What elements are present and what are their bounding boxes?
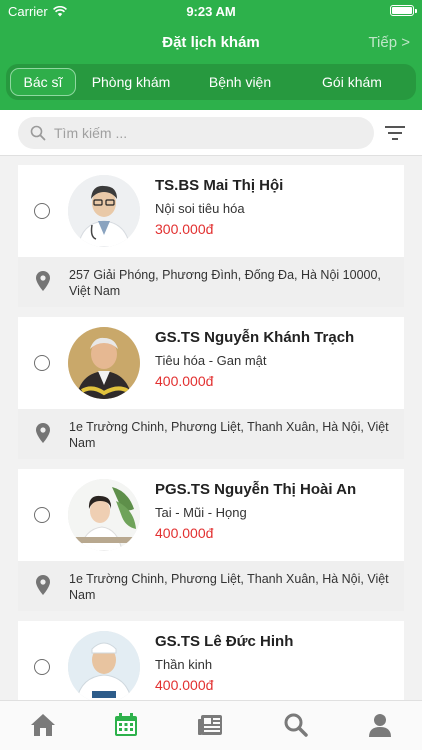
doctor-price: 400.000đ: [155, 373, 214, 389]
search-icon: [30, 125, 46, 141]
tab-home[interactable]: [29, 711, 57, 739]
doctor-card[interactable]: TS.BS Mai Thị Hội Nội soi tiêu hóa 300.0…: [18, 165, 404, 307]
tab-clinic[interactable]: Phòng khám: [76, 68, 186, 96]
doctor-avatar: [68, 175, 140, 247]
next-button[interactable]: Tiếp >: [368, 34, 410, 51]
tab-bar: [0, 700, 422, 750]
battery-icon: [390, 5, 417, 16]
doctor-card[interactable]: GS.TS Lê Đức Hinh Thần kinh 400.000đ: [18, 621, 404, 700]
doctor-price: 300.000đ: [155, 221, 214, 237]
doctor-name: TS.BS Mai Thị Hội: [155, 177, 284, 194]
tab-search[interactable]: [282, 711, 310, 739]
doctor-address: 257 Giải Phóng, Phương Đình, Đống Đa, Hà…: [69, 268, 381, 298]
location-pin-icon: [36, 271, 50, 291]
filter-icon[interactable]: [384, 124, 406, 142]
tab-doctor[interactable]: Bác sĩ: [10, 68, 76, 96]
status-time: 9:23 AM: [186, 4, 236, 19]
nav-bar: Đặt lịch khám Tiếp >: [0, 30, 422, 58]
calendar-icon: [115, 713, 137, 736]
doctor-address: 1e Trường Chinh, Phương Liệt, Thanh Xuân…: [69, 420, 389, 450]
doctor-name: GS.TS Nguyễn Khánh Trạch: [155, 329, 355, 346]
doctor-avatar: [68, 479, 140, 551]
doctor-info: TS.BS Mai Thị Hội Nội soi tiêu hóa 300.0…: [18, 165, 404, 257]
select-radio[interactable]: [34, 203, 50, 219]
location-pin-icon: [36, 575, 50, 595]
doctor-card[interactable]: PGS.TS Nguyễn Thị Hoài An Tai - Mũi - Họ…: [18, 469, 404, 611]
tab-calendar[interactable]: [112, 711, 140, 739]
doctor-specialty: Nội soi tiêu hóa: [155, 201, 245, 216]
doctor-name: PGS.TS Nguyễn Thị Hoài An: [155, 481, 357, 498]
tab-profile[interactable]: [366, 711, 394, 739]
doctor-specialty: Tai - Mũi - Họng: [155, 505, 247, 520]
doctor-card[interactable]: GS.TS Nguyễn Khánh Trạch Tiêu hóa - Gan …: [18, 317, 404, 459]
doctor-info: PGS.TS Nguyễn Thị Hoài An Tai - Mũi - Họ…: [18, 469, 404, 561]
page-title: Đặt lịch khám: [162, 34, 260, 51]
doctor-list: TS.BS Mai Thị Hội Nội soi tiêu hóa 300.0…: [0, 157, 422, 700]
select-radio[interactable]: [34, 355, 50, 371]
tab-package[interactable]: Gói khám: [294, 68, 410, 96]
news-icon: [198, 715, 222, 735]
doctor-specialty: Tiêu hóa - Gan mật: [155, 353, 267, 368]
doctor-price: 400.000đ: [155, 677, 214, 693]
doctor-price: 400.000đ: [155, 525, 214, 541]
profile-icon: [369, 714, 391, 737]
doctor-specialty: Thần kinh: [155, 657, 213, 672]
doctor-avatar: [68, 631, 140, 700]
header: Carrier 9:23 AM Đặt lịch khám Tiếp > Bác…: [0, 0, 422, 110]
doctor-info: GS.TS Nguyễn Khánh Trạch Tiêu hóa - Gan …: [18, 317, 404, 409]
doctor-address-row: 257 Giải Phóng, Phương Đình, Đống Đa, Hà…: [18, 257, 404, 307]
tab-news[interactable]: [196, 711, 224, 739]
doctor-name: GS.TS Lê Đức Hinh: [155, 633, 294, 650]
doctor-info: GS.TS Lê Đức Hinh Thần kinh 400.000đ: [18, 621, 404, 700]
tab-hospital[interactable]: Bệnh viện: [186, 68, 294, 96]
home-icon: [31, 714, 55, 736]
doctor-address-row: 1e Trường Chinh, Phương Liệt, Thanh Xuân…: [18, 409, 404, 459]
doctor-address-row: 1e Trường Chinh, Phương Liệt, Thanh Xuân…: [18, 561, 404, 611]
doctor-address: 1e Trường Chinh, Phương Liệt, Thanh Xuân…: [69, 572, 389, 602]
select-radio[interactable]: [34, 507, 50, 523]
category-tabs: Bác sĩ Phòng khám Bệnh viện Gói khám: [6, 64, 416, 100]
location-pin-icon: [36, 423, 50, 443]
search-input[interactable]: [54, 125, 334, 141]
doctor-avatar: [68, 327, 140, 399]
select-radio[interactable]: [34, 659, 50, 675]
search-bar: [0, 110, 422, 156]
search-box[interactable]: [18, 117, 374, 149]
status-bar: Carrier 9:23 AM: [0, 0, 422, 22]
search-icon: [284, 713, 308, 737]
